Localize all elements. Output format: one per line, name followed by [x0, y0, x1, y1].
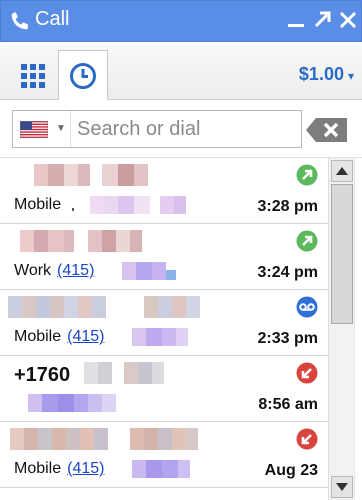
close-icon[interactable] [337, 9, 359, 31]
contact-name-redacted [78, 362, 198, 384]
clock-icon [70, 63, 96, 89]
call-entry[interactable]: Mobile (415) 2:33 pm [0, 290, 328, 356]
chevron-down-icon: ▾ [347, 69, 354, 83]
chevron-down-icon: ▼ [56, 123, 66, 134]
call-time: 3:28 pm [257, 198, 318, 215]
call-label: Mobile (415) [14, 460, 105, 477]
call-time: 2:33 pm [257, 330, 318, 347]
phone-number-link[interactable]: (415) [67, 328, 104, 345]
phone-number-link[interactable]: (415) [57, 262, 94, 279]
contact-name-redacted [14, 230, 204, 252]
scroll-down-arrow-icon [336, 483, 348, 491]
call-entry[interactable]: +1760 8:56 am [0, 356, 328, 422]
call-time: 3:24 pm [257, 264, 318, 281]
call-time: 8:56 am [258, 396, 318, 413]
search-box: ▼ [12, 110, 302, 148]
scrollbar-thumb[interactable] [331, 184, 353, 324]
call-label: Mobile [14, 196, 62, 213]
call-entry[interactable]: Mobile 3:28 pm [0, 158, 328, 224]
tab-dialpad[interactable] [8, 50, 58, 101]
scrollbar[interactable] [328, 158, 354, 500]
outgoing-call-icon [296, 230, 318, 252]
call-time: Aug 23 [264, 462, 318, 479]
popout-icon[interactable] [311, 9, 333, 31]
missed-call-icon [296, 362, 318, 384]
scroll-down-button[interactable] [331, 476, 353, 498]
title-bar: Call [0, 0, 362, 42]
balance-dropdown[interactable]: $1.00 ▾ [299, 64, 354, 85]
call-label: Mobile (415) [14, 328, 105, 345]
phone-number-redacted [132, 460, 252, 478]
scroll-up-arrow-icon [336, 167, 348, 175]
phone-number-redacted [122, 262, 242, 280]
call-label: Work (415) [14, 262, 95, 279]
tab-history[interactable] [58, 50, 108, 101]
balance-amount: $1.00 [298, 64, 344, 84]
phone-icon [11, 12, 28, 30]
phone-number-redacted [72, 196, 192, 214]
dialpad-icon [21, 63, 45, 88]
contact-name-redacted [10, 428, 210, 450]
country-selector[interactable]: ▼ [13, 111, 71, 147]
voicemail-icon [296, 296, 318, 318]
scroll-up-button[interactable] [331, 160, 353, 182]
contact-name-redacted [14, 164, 204, 186]
phone-number-link[interactable]: (415) [67, 460, 104, 477]
minimize-icon[interactable] [285, 9, 307, 31]
us-flag-icon [20, 121, 48, 138]
call-history-list: Mobile 3:28 pm Work (415) 3:24 pm Mobile… [0, 158, 328, 500]
caller-number: +1760 [14, 364, 71, 386]
search-row: ▼ [0, 100, 362, 158]
missed-call-icon [296, 428, 318, 450]
toolbar: $1.00 ▾ [0, 42, 362, 101]
call-entry[interactable]: Mobile (415) Aug 23 [0, 422, 328, 488]
window-title: Call [35, 8, 70, 30]
phone-number-redacted [14, 394, 134, 412]
call-entry[interactable]: Work (415) 3:24 pm [0, 224, 328, 290]
outgoing-call-icon [296, 164, 318, 186]
backspace-icon[interactable] [304, 116, 350, 144]
window-edge [354, 158, 362, 500]
search-input[interactable] [77, 115, 297, 143]
phone-number-redacted [132, 328, 252, 346]
contact-name-redacted [8, 296, 208, 318]
